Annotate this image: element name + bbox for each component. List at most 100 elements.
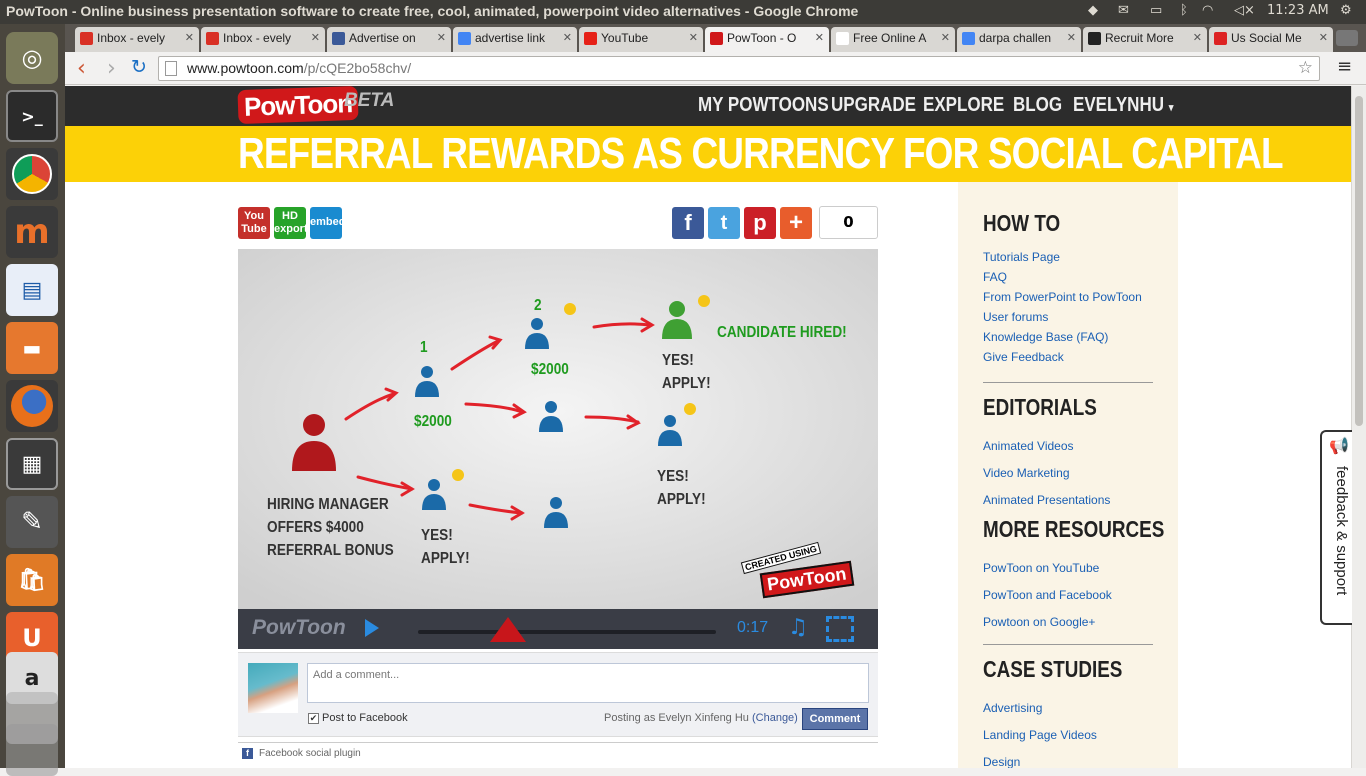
mail-icon[interactable]: ✉ [1118, 3, 1129, 18]
youtube-export-button[interactable]: You Tube [238, 207, 270, 239]
volume-icon[interactable]: ◁× [1234, 3, 1255, 18]
facebook-share-icon[interactable]: f [672, 207, 704, 239]
seek-bar[interactable] [418, 630, 716, 634]
browser-tab[interactable]: PowToon - O ✕ [705, 27, 829, 52]
mendeley-icon[interactable]: m [6, 206, 58, 258]
system-settings-icon[interactable]: ✎ [6, 496, 58, 548]
close-tab-icon[interactable]: ✕ [563, 31, 572, 44]
browser-tab[interactable]: Inbox - evely ✕ [75, 27, 199, 52]
reload-icon[interactable]: ↻ [131, 56, 147, 78]
feedback-support-tab[interactable]: 📢 feedback & support [1320, 430, 1352, 625]
page-scrollbar[interactable] [1351, 86, 1366, 768]
nav-upgrade[interactable]: UPGRADE [831, 94, 916, 117]
beta-label: BETA [344, 90, 395, 111]
files-icon[interactable]: ▬ [6, 322, 58, 374]
close-tab-icon[interactable]: ✕ [1193, 31, 1202, 44]
comment-input[interactable]: Add a comment... [307, 663, 869, 703]
link-give-feedback[interactable]: Give Feedback [983, 350, 1064, 364]
nav-my-powtoons[interactable]: MY POWTOONS [698, 94, 829, 117]
close-tab-icon[interactable]: ✕ [437, 31, 446, 44]
share-count: 0 [819, 206, 878, 239]
video-player[interactable]: HIRING MANAGER OFFERS $4000 REFERRAL BON… [238, 249, 878, 609]
browser-tab[interactable]: YouTube ✕ [579, 27, 703, 52]
scrollbar-thumb[interactable] [1355, 96, 1363, 426]
chrome-icon[interactable] [6, 148, 58, 200]
back-icon[interactable]: ‹ [77, 56, 86, 81]
hd-export-button[interactable]: HD export [274, 207, 308, 239]
bluetooth-icon[interactable]: ᛒ [1180, 3, 1188, 18]
embed-button[interactable]: embed [310, 207, 345, 239]
link-user-forums[interactable]: User forums [983, 310, 1048, 324]
link-animated-videos[interactable]: Animated Videos [983, 439, 1074, 453]
video-controls: PowToon 0:17 ♫ [238, 609, 878, 649]
link-powtoon-google[interactable]: Powtoon on Google+ [983, 615, 1095, 629]
browser-tab[interactable]: advertise link ✕ [453, 27, 577, 52]
software-center-icon[interactable]: 🛍 [6, 554, 58, 606]
close-tab-icon[interactable]: ✕ [815, 31, 824, 44]
title-banner: REFERRAL REWARDS AS CURRENCY FOR SOCIAL … [65, 126, 1351, 182]
link-powtoon-youtube[interactable]: PowToon on YouTube [983, 561, 1099, 575]
browser-tab[interactable]: Free Online A ✕ [831, 27, 955, 52]
menu-icon[interactable]: ≡ [1337, 56, 1352, 77]
link-video-marketing[interactable]: Video Marketing [983, 466, 1070, 480]
dropbox-icon[interactable]: ◆ [1088, 3, 1098, 18]
music-icon[interactable]: ♫ [788, 615, 808, 640]
addthis-share-icon[interactable]: + [780, 207, 812, 239]
powtoon-logo[interactable]: PowToon [237, 86, 359, 125]
link-ppt-to-powtoon[interactable]: From PowerPoint to PowToon [983, 290, 1142, 304]
close-tab-icon[interactable]: ✕ [1319, 31, 1328, 44]
browser-tab[interactable]: Advertise on ✕ [327, 27, 451, 52]
apply-label-1: APPLY! [662, 375, 711, 392]
ubuntu-dash-icon[interactable]: ◎ [6, 32, 58, 84]
link-faq[interactable]: FAQ [983, 270, 1007, 284]
workspace-switcher-icon[interactable]: ▦ [6, 438, 58, 490]
link-advertising[interactable]: Advertising [983, 701, 1042, 715]
pinterest-share-icon[interactable]: p [744, 207, 776, 239]
tab-label: Inbox - evely [223, 31, 292, 45]
forward-icon[interactable]: › [107, 56, 116, 81]
divider [983, 382, 1153, 383]
close-tab-icon[interactable]: ✕ [185, 31, 194, 44]
battery-icon[interactable]: ▭ [1150, 3, 1162, 18]
clock[interactable]: 11:23 AM [1267, 3, 1329, 18]
address-bar[interactable]: www.powtoon.com/p/cQE2bo58chv/ ☆ [158, 56, 1320, 81]
close-tab-icon[interactable]: ✕ [1067, 31, 1076, 44]
section-more-resources: MORE RESOURCES [983, 516, 1165, 542]
nav-explore[interactable]: EXPLORE [923, 94, 1004, 117]
fullscreen-icon[interactable] [826, 616, 854, 642]
change-link[interactable]: (Change) [752, 712, 798, 724]
wifi-icon[interactable]: ◠ [1202, 3, 1213, 18]
launcher: ◎ >_ m ▤ ▬ ▦ ✎ 🛍 U a [0, 24, 65, 776]
url-path: /p/cQE2bo58chv/ [303, 60, 412, 76]
twitter-share-icon[interactable]: t [708, 207, 740, 239]
trash-icon[interactable] [6, 724, 58, 776]
link-design[interactable]: Design [983, 755, 1020, 768]
system-top-bar: PowToon - Online business presentation s… [0, 0, 1366, 24]
power-icon[interactable]: ⚙ [1340, 3, 1352, 18]
new-tab-button[interactable] [1336, 30, 1358, 46]
seek-thumb[interactable] [490, 617, 526, 642]
bookmark-star-icon[interactable]: ☆ [1298, 58, 1313, 78]
link-powtoon-facebook[interactable]: PowToon and Facebook [983, 588, 1112, 602]
link-tutorials[interactable]: Tutorials Page [983, 250, 1060, 264]
facebook-plugin-label[interactable]: Facebook social plugin [259, 748, 361, 759]
browser-tab[interactable]: Us Social Me ✕ [1209, 27, 1333, 52]
post-to-facebook-checkbox[interactable]: ✔ Post to Facebook [308, 712, 408, 724]
nav-user-menu[interactable]: EVELYNHU ▾ [1073, 94, 1173, 117]
browser-tab[interactable]: Inbox - evely ✕ [201, 27, 325, 52]
play-icon[interactable] [365, 619, 379, 637]
checkbox-icon[interactable]: ✔ [308, 712, 319, 724]
comment-button[interactable]: Comment [802, 708, 868, 730]
link-animated-presentations[interactable]: Animated Presentations [983, 493, 1110, 507]
close-tab-icon[interactable]: ✕ [311, 31, 320, 44]
nav-blog[interactable]: BLOG [1013, 94, 1062, 117]
link-knowledge-base[interactable]: Knowledge Base (FAQ) [983, 330, 1108, 344]
close-tab-icon[interactable]: ✕ [689, 31, 698, 44]
firefox-icon[interactable] [6, 380, 58, 432]
writer-icon[interactable]: ▤ [6, 264, 58, 316]
close-tab-icon[interactable]: ✕ [941, 31, 950, 44]
browser-tab[interactable]: Recruit More ✕ [1083, 27, 1207, 52]
browser-tab[interactable]: darpa challen ✕ [957, 27, 1081, 52]
terminal-icon[interactable]: >_ [6, 90, 58, 142]
link-landing-page-videos[interactable]: Landing Page Videos [983, 728, 1097, 742]
